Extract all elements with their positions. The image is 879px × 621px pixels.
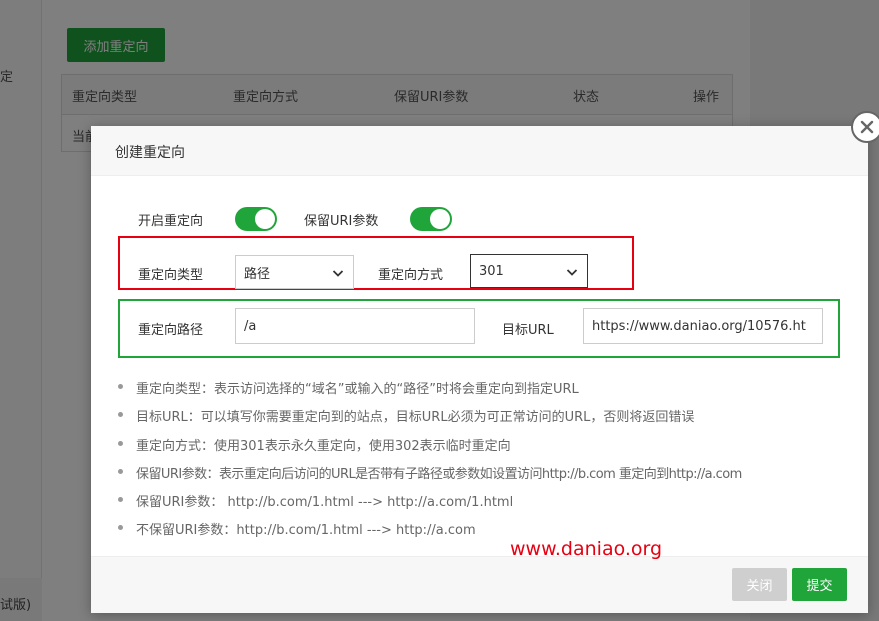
redirect-method-label: 重定向方式	[378, 268, 444, 283]
enable-redirect-toggle[interactable]	[235, 207, 277, 231]
enable-redirect-label: 开启重定向	[138, 214, 204, 229]
keep-uri-label: 保留URI参数	[304, 214, 379, 229]
keep-uri-toggle[interactable]	[410, 207, 452, 231]
bullet-icon	[118, 469, 123, 474]
chevron-down-icon	[332, 270, 344, 277]
dialog-title: 创建重定向	[115, 145, 185, 161]
x-icon	[860, 120, 874, 134]
bullet-icon	[118, 497, 123, 502]
close-icon[interactable]	[851, 111, 879, 143]
tip-text: 不保留URI参数：http://b.com/1.html ---> http:/…	[136, 523, 476, 538]
redirect-method-value: 301	[479, 263, 504, 279]
submit-button[interactable]: 提交	[792, 568, 847, 601]
create-redirect-dialog: 创建重定向	[91, 126, 868, 613]
chevron-down-icon	[566, 269, 578, 276]
close-button[interactable]: 关闭	[732, 568, 787, 601]
redirect-type-value: 路径	[244, 266, 271, 282]
target-url-input[interactable]: https://www.daniao.org/10576.ht	[583, 308, 823, 344]
tip-text: 目标URL：可以填写你需要重定向到的站点，目标URL必须为可正常访问的URL，否…	[136, 410, 695, 425]
target-url-label: 目标URL	[502, 323, 554, 338]
bullet-icon	[118, 412, 123, 417]
redirect-method-select[interactable]: 301	[470, 254, 588, 288]
tip-text: 保留URI参数：表示重定向后访问的URL是否带有子路径或参数如设置访问http:…	[136, 467, 742, 482]
redirect-type-label: 重定向类型	[138, 268, 204, 283]
tip-text: 重定向方式：使用301表示永久重定向，使用302表示临时重定向	[136, 439, 511, 454]
bullet-icon	[118, 525, 123, 530]
redirect-path-value: /a	[244, 318, 257, 334]
target-url-value: https://www.daniao.org/10576.ht	[592, 318, 806, 334]
redirect-path-label: 重定向路径	[138, 323, 204, 338]
dialog-header: 创建重定向	[91, 126, 868, 176]
watermark-text: www.daniao.org	[510, 538, 663, 560]
redirect-path-input[interactable]: /a	[235, 308, 475, 344]
tip-text: 重定向类型：表示访问选择的“域名”或输入的“路径”时将会重定向到指定URL	[136, 382, 579, 397]
bullet-icon	[118, 384, 123, 389]
redirect-type-select[interactable]: 路径	[235, 255, 354, 289]
bullet-icon	[118, 441, 123, 446]
tip-text: 保留URI参数： http://b.com/1.html ---> http:/…	[136, 495, 514, 510]
